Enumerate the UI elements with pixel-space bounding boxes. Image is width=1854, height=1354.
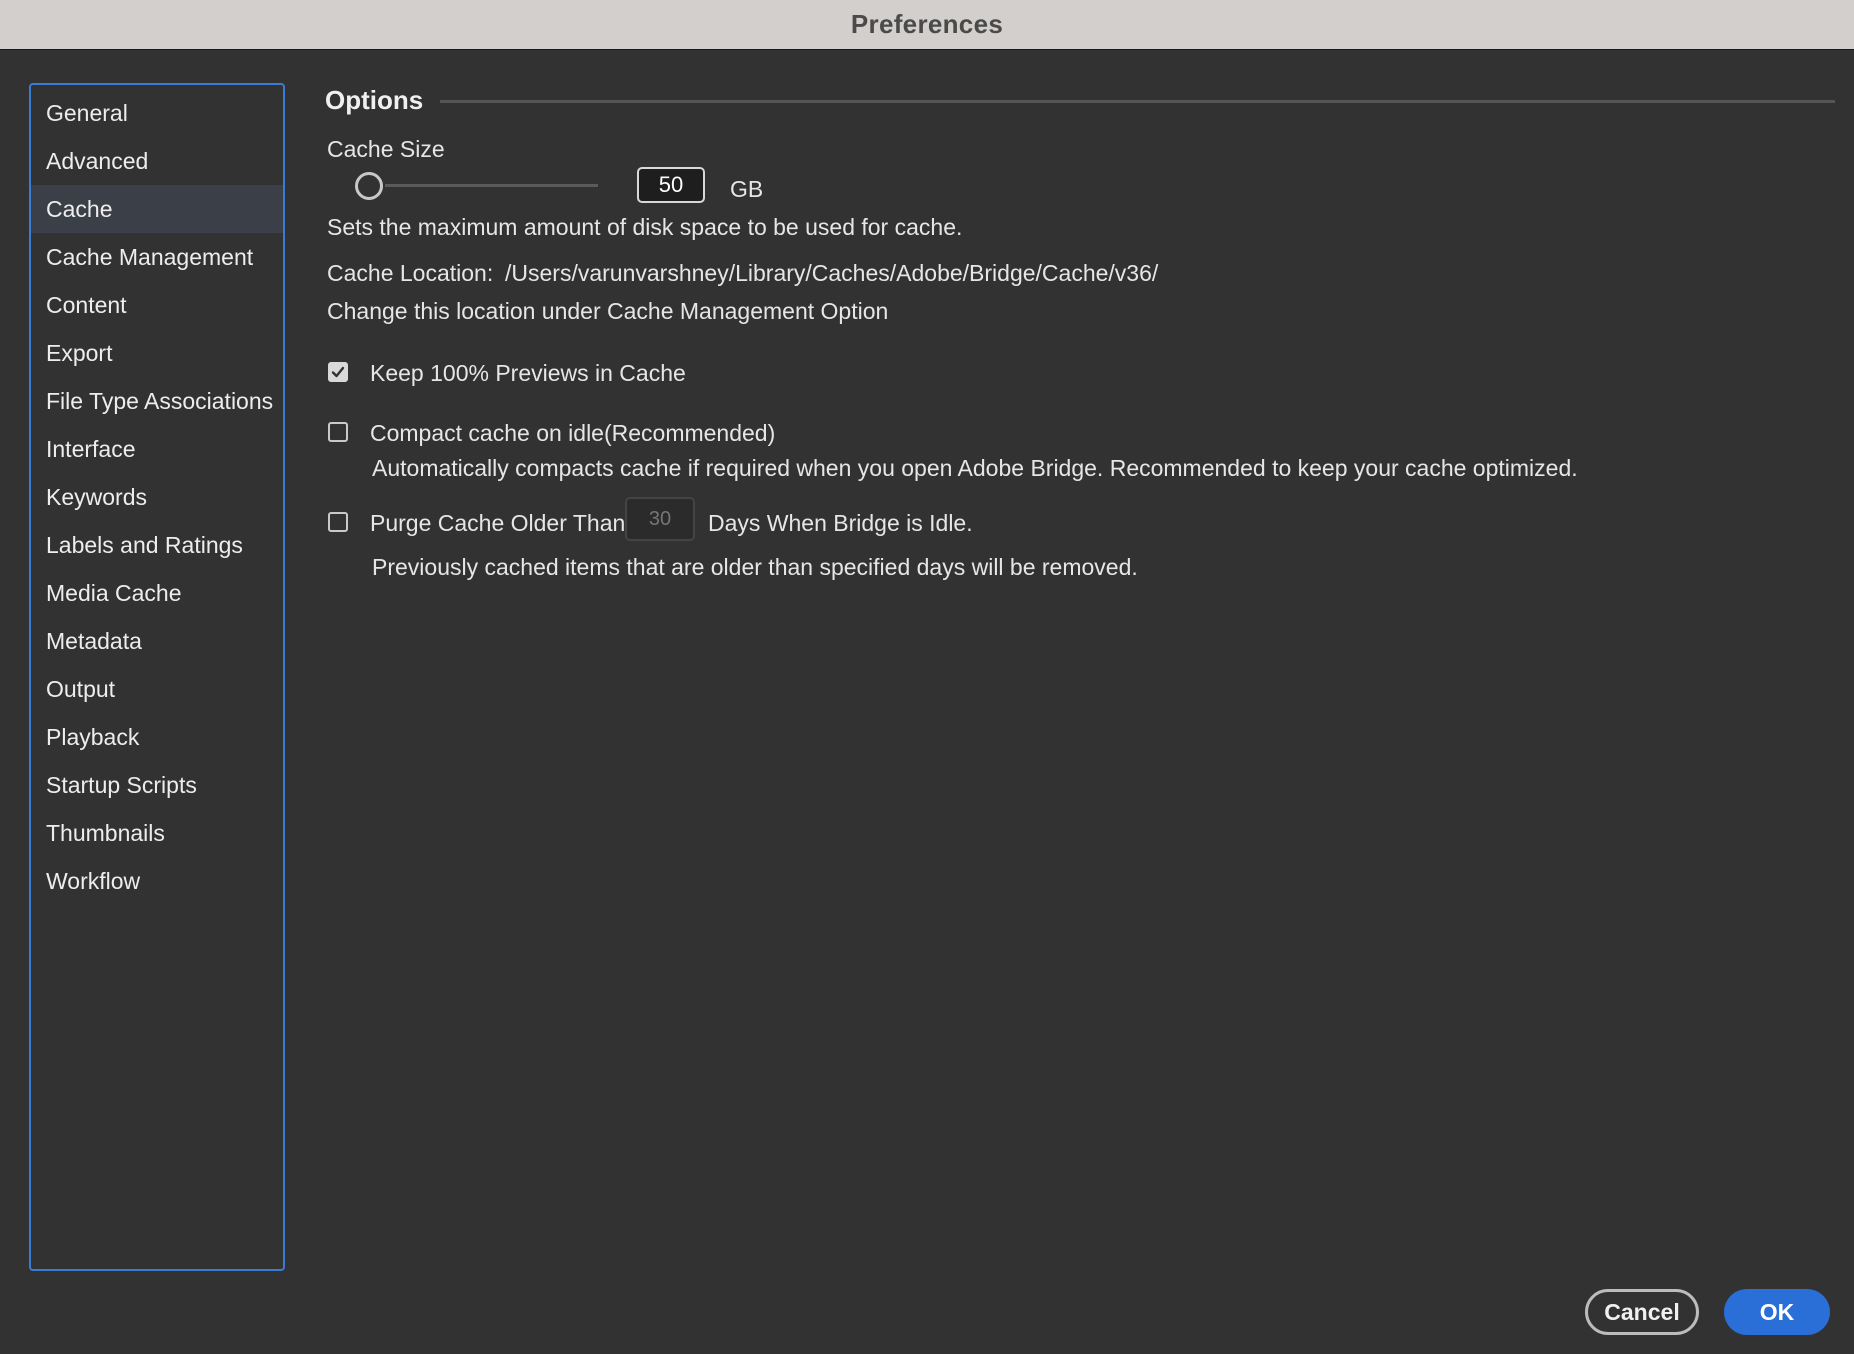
sidebar-item-export[interactable]: Export	[31, 329, 283, 377]
purge-cache-checkbox[interactable]	[328, 512, 348, 532]
cache-size-slider-handle[interactable]	[355, 172, 383, 200]
sidebar-item-output[interactable]: Output	[31, 665, 283, 713]
title-bar: Preferences	[0, 0, 1854, 50]
compact-cache-checkbox[interactable]	[328, 422, 348, 442]
cache-location-note: Change this location under Cache Managem…	[327, 298, 889, 324]
cancel-button[interactable]: Cancel	[1585, 1289, 1699, 1335]
sidebar-item-keywords[interactable]: Keywords	[31, 473, 283, 521]
keep-previews-checkbox[interactable]	[328, 362, 348, 382]
sidebar-item-startup-scripts[interactable]: Startup Scripts	[31, 761, 283, 809]
sidebar-item-content[interactable]: Content	[31, 281, 283, 329]
purge-cache-label[interactable]: Purge Cache Older Than	[370, 510, 625, 537]
cache-size-slider-track[interactable]	[385, 184, 598, 187]
sidebar-item-media-cache[interactable]: Media Cache	[31, 569, 283, 617]
sidebar-item-labels-and-ratings[interactable]: Labels and Ratings	[31, 521, 283, 569]
sidebar-item-advanced[interactable]: Advanced	[31, 137, 283, 185]
cache-size-input[interactable]	[637, 167, 705, 203]
sidebar-item-playback[interactable]: Playback	[31, 713, 283, 761]
sidebar-item-metadata[interactable]: Metadata	[31, 617, 283, 665]
checkmark-icon	[331, 366, 345, 378]
ok-button[interactable]: OK	[1724, 1289, 1830, 1335]
purge-cache-description: Previously cached items that are older t…	[372, 554, 1138, 580]
cache-size-description: Sets the maximum amount of disk space to…	[327, 214, 963, 240]
sidebar-item-cache[interactable]: Cache	[31, 185, 283, 233]
compact-cache-label[interactable]: Compact cache on idle(Recommended)	[370, 420, 775, 447]
keep-previews-label[interactable]: Keep 100% Previews in Cache	[370, 360, 686, 387]
options-panel: Options Cache Size GB Sets the maximum a…	[325, 80, 1835, 580]
compact-cache-description: Automatically compacts cache if required…	[372, 455, 1578, 481]
window-title: Preferences	[850, 9, 1004, 39]
sidebar-item-cache-management[interactable]: Cache Management	[31, 233, 283, 281]
preferences-sidebar: General Advanced Cache Cache Management …	[29, 83, 285, 1271]
purge-days-input[interactable]	[625, 497, 695, 541]
sidebar-item-general[interactable]: General	[31, 89, 283, 137]
sidebar-item-thumbnails[interactable]: Thumbnails	[31, 809, 283, 857]
sidebar-item-file-type-associations[interactable]: File Type Associations	[31, 377, 283, 425]
sidebar-item-workflow[interactable]: Workflow	[31, 857, 283, 905]
sidebar-item-interface[interactable]: Interface	[31, 425, 283, 473]
section-title: Options	[325, 85, 424, 115]
cache-size-unit: GB	[730, 176, 764, 202]
section-divider	[440, 100, 1835, 103]
purge-cache-suffix: Days When Bridge is Idle.	[708, 510, 973, 536]
cache-location-path: /Users/varunvarshney/Library/Caches/Adob…	[505, 260, 1159, 286]
cache-size-label: Cache Size	[327, 136, 445, 162]
options-header: Options	[325, 80, 1835, 122]
cache-location-label: Cache Location:	[327, 260, 494, 286]
